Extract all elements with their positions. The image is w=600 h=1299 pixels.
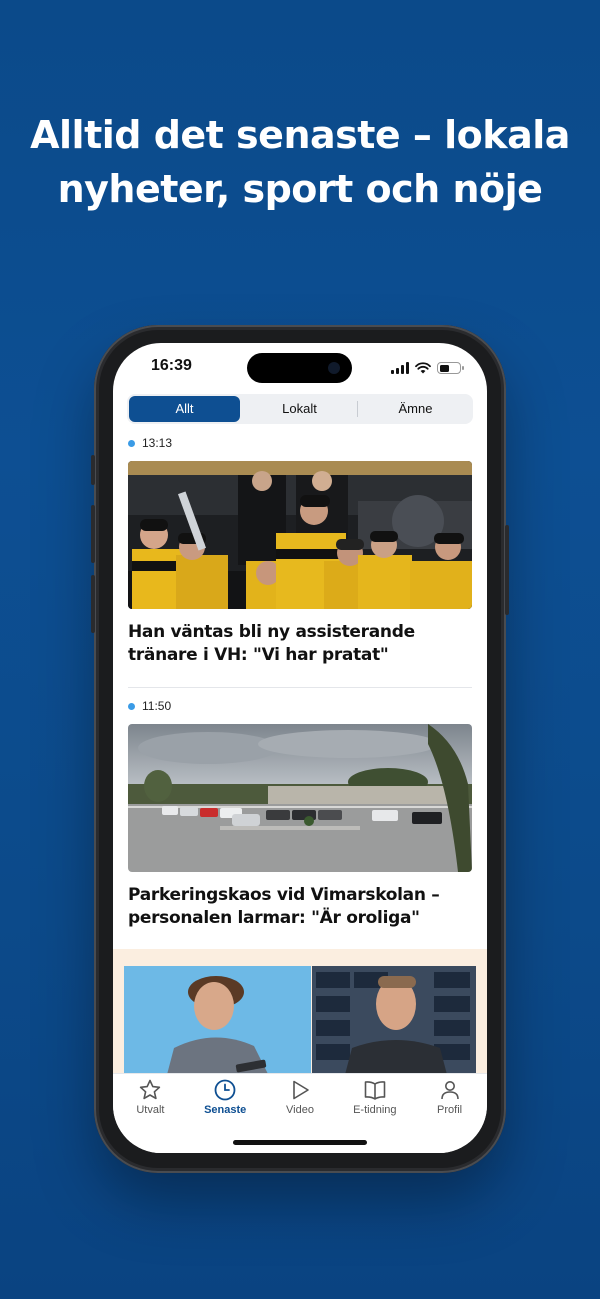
segment-amne[interactable]: Ämne [360, 396, 471, 422]
clock-icon [214, 1079, 236, 1101]
article-image-parking[interactable] [128, 724, 472, 872]
wifi-icon [415, 362, 431, 374]
tab-label: Video [286, 1104, 314, 1116]
article-time-row: 13:13 [128, 435, 472, 451]
volume-up-button [91, 505, 95, 563]
article-card[interactable]: 11:50 Parkeringskaos vid Vimarskolan – p… [128, 698, 472, 930]
cellular-signal-icon [391, 362, 409, 374]
promo-headline-line1: Alltid det senaste – lokala [30, 113, 570, 157]
camera-icon [328, 362, 340, 374]
status-icons [391, 360, 464, 374]
tab-label: E-tidning [353, 1104, 397, 1116]
volume-down-button [91, 575, 95, 633]
article-title[interactable]: Han väntas bli ny assisterande tränare i… [128, 621, 472, 667]
person-icon [440, 1081, 459, 1100]
promo-headline-line2: nyheter, sport och nöje [57, 167, 543, 211]
status-time: 16:39 [151, 357, 192, 374]
segment-divider [357, 401, 358, 417]
tab-profil[interactable]: Profil [412, 1074, 487, 1153]
power-button [505, 525, 509, 615]
article-image-hockey[interactable] [128, 461, 472, 609]
ad-banner[interactable] [113, 949, 487, 1086]
tab-label: Senaste [204, 1104, 247, 1116]
ad-image-woman [124, 966, 311, 1086]
dynamic-island [247, 353, 352, 383]
tab-utvalt[interactable]: Utvalt [113, 1074, 188, 1153]
article-title[interactable]: Parkeringskaos vid Vimarskolan – persona… [128, 884, 472, 930]
book-icon [364, 1081, 386, 1100]
segment-lokalt[interactable]: Lokalt [244, 396, 355, 422]
article-time: 11:50 [142, 699, 172, 713]
segmented-control: Allt Lokalt Ämne [127, 394, 473, 424]
battery-icon [437, 362, 464, 374]
article-divider [128, 687, 472, 688]
star-icon [140, 1079, 161, 1100]
segment-allt[interactable]: Allt [129, 396, 240, 422]
article-card[interactable]: 13:13 Han väntas bli ny assisterande trä… [128, 435, 472, 667]
ad-image-man [312, 966, 476, 1086]
home-indicator [233, 1140, 367, 1145]
app-screen: 16:39 Allt Lokalt Ämne 13:13 Han väntas … [113, 343, 487, 1153]
promo-headline: Alltid det senaste – lokala nyheter, spo… [0, 108, 600, 216]
mute-switch [91, 455, 95, 485]
tab-label: Profil [437, 1104, 463, 1116]
new-dot-icon [128, 439, 135, 447]
article-time: 13:13 [142, 436, 173, 450]
tab-label: Utvalt [136, 1104, 165, 1116]
play-icon [293, 1080, 309, 1100]
new-dot-icon [128, 702, 135, 710]
article-time-row: 11:50 [128, 698, 472, 714]
